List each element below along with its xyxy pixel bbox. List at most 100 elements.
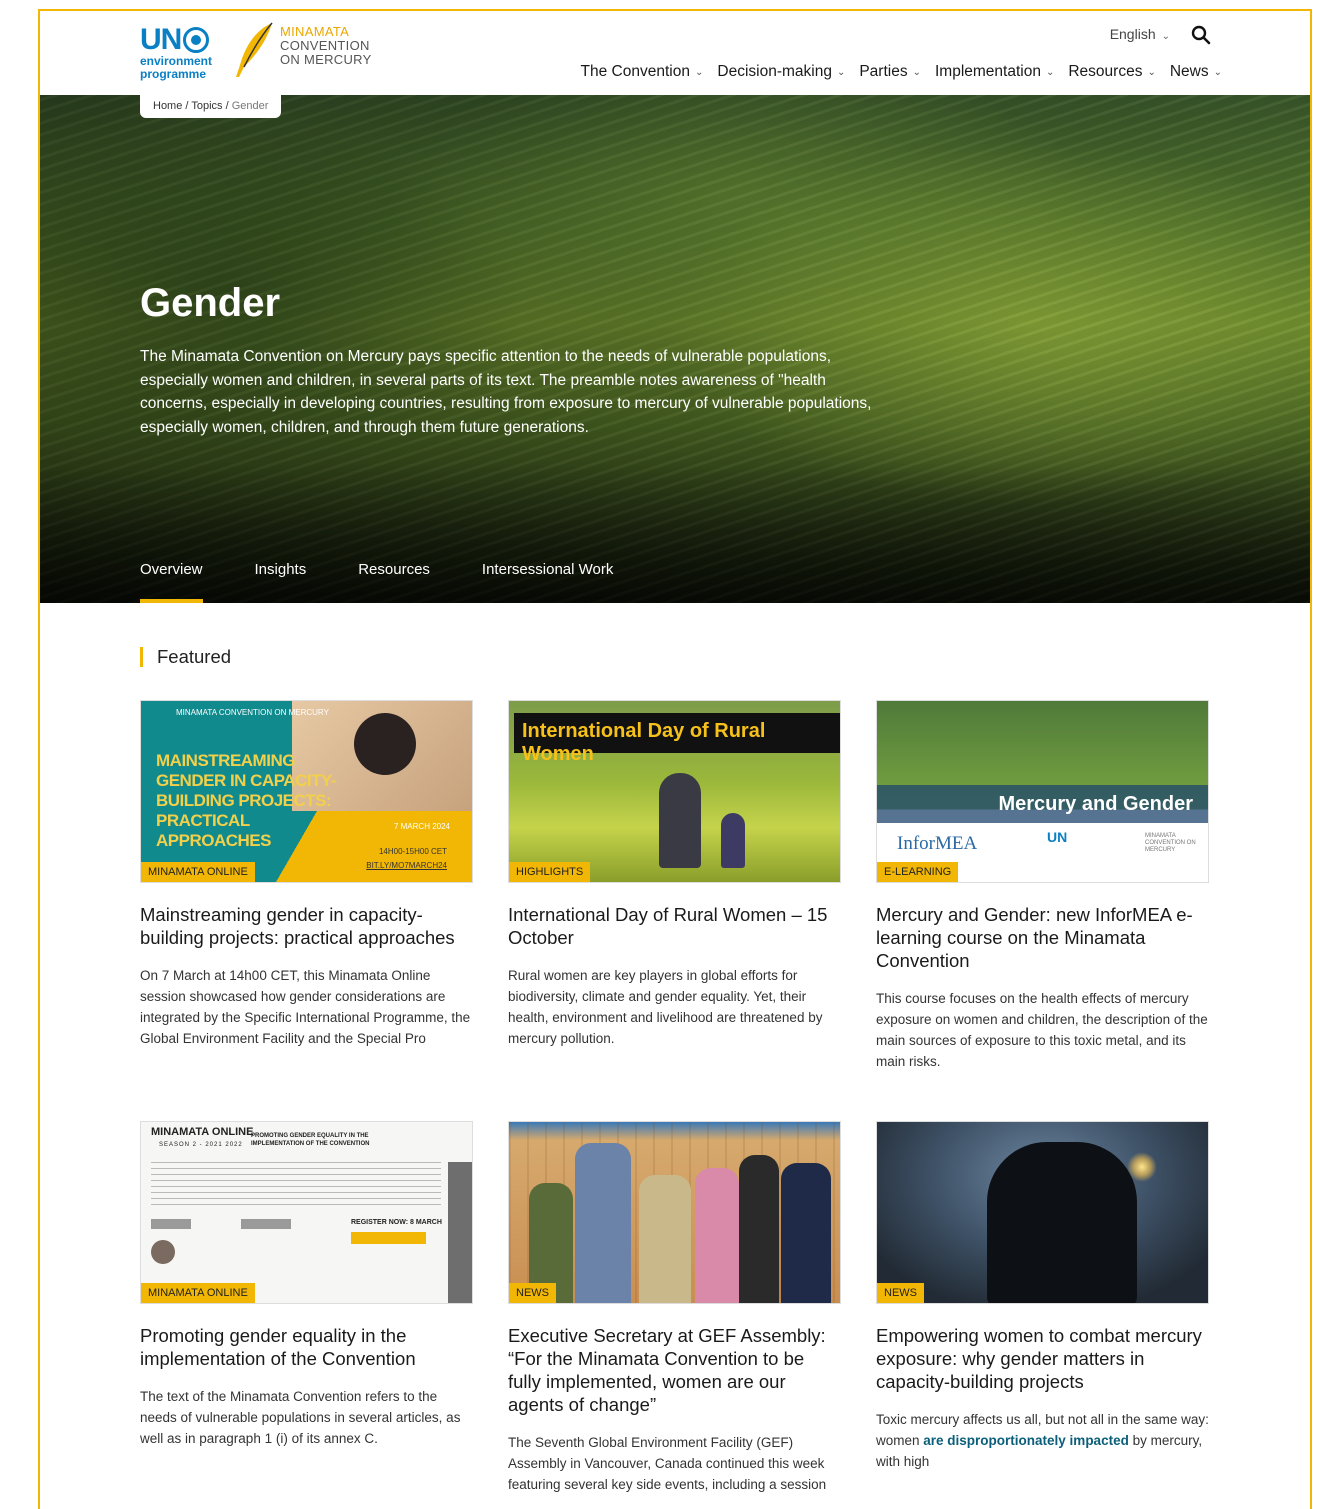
image-headline: MAINSTREAMING GENDER IN CAPACITY- BUILDI… xyxy=(156,751,337,851)
card-image[interactable]: International Day of Rural Women HIGHLIG… xyxy=(508,700,841,883)
image-band-text: Mercury and Gender xyxy=(998,793,1193,815)
card-rural-women-day[interactable]: International Day of Rural Women HIGHLIG… xyxy=(508,700,841,1049)
unep-logo[interactable]: UN environment programme xyxy=(140,25,220,85)
image-season: SEASON 2 - 2021 2022 xyxy=(159,1142,243,1148)
nav-label: News xyxy=(1169,63,1209,80)
category-tag[interactable]: HIGHLIGHTS xyxy=(509,862,591,882)
card-promoting-gender-equality[interactable]: MINAMATA ONLINE SEASON 2 - 2021 2022 PRO… xyxy=(140,1121,473,1449)
image-time-box xyxy=(351,1232,426,1244)
nav-item-resources[interactable]: Resources ⌄ xyxy=(1068,63,1155,81)
card-gef-assembly[interactable]: NEWS Executive Secretary at GEF Assembly… xyxy=(508,1121,841,1495)
image-person xyxy=(575,1143,631,1303)
card-title[interactable]: Mercury and Gender: new InforMEA e-learn… xyxy=(876,903,1209,972)
nav-item-news[interactable]: News ⌄ xyxy=(1170,63,1222,81)
mc-logo-line1: MINAMATA xyxy=(280,24,350,39)
card-mainstreaming-gender[interactable]: MINAMATA CONVENTION ON MERCURY MAINSTREA… xyxy=(140,700,473,1049)
page-frame: UN environment programme MINAMATA CONVEN… xyxy=(38,9,1312,1509)
minamata-logo[interactable]: MINAMATA CONVENTION ON MERCURY xyxy=(232,21,382,81)
breadcrumb-separator: / xyxy=(222,100,232,112)
nav-item-implementation[interactable]: Implementation ⌄ xyxy=(935,63,1054,81)
image-resources-label xyxy=(241,1219,291,1229)
image-child-figure xyxy=(721,813,745,868)
image-speakers-label xyxy=(151,1219,191,1229)
category-tag[interactable]: NEWS xyxy=(509,1283,556,1303)
image-register: REGISTER NOW: 8 MARCH xyxy=(351,1219,442,1226)
image-headline-line: BUILDING PROJECTS: xyxy=(156,791,332,810)
informea-logo: InforMEA xyxy=(897,833,978,854)
card-empowering-women[interactable]: NEWS Empowering women to combat mercury … xyxy=(876,1121,1209,1472)
un-globe-icon xyxy=(183,27,210,53)
category-tag[interactable]: E-LEARNING xyxy=(877,862,959,882)
hero-banner: Home / Topics / Gender Gender The Minama… xyxy=(40,95,1310,603)
image-light-glow xyxy=(1127,1152,1157,1182)
card-image[interactable]: NEWS xyxy=(508,1121,841,1304)
image-person xyxy=(739,1155,779,1303)
card-image[interactable]: MINAMATA CONVENTION ON MERCURY MAINSTREA… xyxy=(140,700,473,883)
card-description: The text of the Minamata Convention refe… xyxy=(140,1389,461,1446)
tab-overview[interactable]: Overview xyxy=(140,561,203,603)
image-person xyxy=(695,1168,739,1303)
card-title[interactable]: Promoting gender equality in the impleme… xyxy=(140,1324,473,1370)
nav-label: Implementation xyxy=(934,63,1041,80)
search-icon[interactable] xyxy=(1190,24,1212,46)
unep-logo-un: UN xyxy=(140,23,182,56)
card-description: Rural women are key players in global ef… xyxy=(508,968,823,1046)
breadcrumb-home[interactable]: Home xyxy=(153,100,182,112)
image-logo-text: MINAMATA CONVENTION ON MERCURY xyxy=(176,708,329,717)
card-description: The Seventh Global Environment Facility … xyxy=(508,1435,827,1492)
chevron-down-icon: ⌄ xyxy=(1213,66,1222,78)
chevron-down-icon: ⌄ xyxy=(836,66,846,78)
chevron-down-icon: ⌄ xyxy=(1045,66,1055,78)
un-logo: UN xyxy=(1047,829,1068,845)
image-silhouette xyxy=(987,1142,1137,1303)
site-header: UN environment programme MINAMATA CONVEN… xyxy=(40,11,1310,95)
image-woman-figure xyxy=(659,773,701,868)
category-tag[interactable]: NEWS xyxy=(877,1283,924,1303)
category-tag[interactable]: MINAMATA ONLINE xyxy=(141,862,255,882)
page-title: Gender xyxy=(140,281,281,325)
image-heading: MINAMATA ONLINE xyxy=(151,1126,254,1138)
card-mercury-and-gender[interactable]: Mercury and Gender InforMEA UN MINAMATA … xyxy=(876,700,1209,1072)
card-title[interactable]: Empowering women to combat mercury expos… xyxy=(876,1324,1209,1393)
card-description: On 7 March at 14h00 CET, this Minamata O… xyxy=(140,968,471,1046)
card-title[interactable]: Executive Secretary at GEF Assembly: “Fo… xyxy=(508,1324,841,1416)
image-headline-line: APPROACHES xyxy=(156,831,271,850)
mc-logo-line2: CONVENTION xyxy=(280,38,370,53)
category-tag[interactable]: MINAMATA ONLINE xyxy=(141,1283,255,1303)
nav-label: Resources xyxy=(1068,63,1143,80)
breadcrumb: Home / Topics / Gender xyxy=(140,95,282,118)
chevron-down-icon: ⌄ xyxy=(1161,31,1170,42)
breadcrumb-current: Gender xyxy=(231,100,269,112)
chevron-down-icon: ⌄ xyxy=(694,66,704,78)
image-person xyxy=(781,1163,831,1303)
nav-label: Parties xyxy=(859,63,908,80)
card-title[interactable]: Mainstreaming gender in capacity-buildin… xyxy=(140,903,473,949)
image-link: BIT.LY/MO7MARCH24 xyxy=(366,861,447,870)
image-title: PROMOTING GENDER EQUALITY IN THE IMPLEME… xyxy=(251,1133,370,1147)
image-speaker-avatar xyxy=(151,1240,175,1264)
card-image[interactable]: MINAMATA ONLINE SEASON 2 - 2021 2022 PRO… xyxy=(140,1121,473,1304)
chevron-down-icon: ⌄ xyxy=(1147,66,1156,78)
nav-label: Decision-making xyxy=(717,63,832,80)
mc-logo-line3: ON MERCURY xyxy=(280,52,372,67)
nav-item-parties[interactable]: Parties ⌄ xyxy=(859,63,921,81)
tab-resources[interactable]: Resources xyxy=(358,561,430,603)
tab-intersessional-work[interactable]: Intersessional Work xyxy=(482,561,613,603)
tab-insights[interactable]: Insights xyxy=(255,561,307,603)
card-image[interactable]: Mercury and Gender InforMEA UN MINAMATA … xyxy=(876,700,1209,883)
card-description: This course focuses on the health effect… xyxy=(876,991,1208,1069)
image-banner-text: International Day of Rural Women xyxy=(514,713,840,765)
image-headline-line: GENDER IN CAPACITY- xyxy=(156,771,337,790)
breadcrumb-topics[interactable]: Topics xyxy=(191,100,222,112)
breadcrumb-separator: / xyxy=(182,100,192,112)
main-nav: The Convention ⌄ Decision-making ⌄ Parties… xyxy=(567,63,1222,81)
card-title[interactable]: International Day of Rural Women – 15 Oc… xyxy=(508,903,841,949)
card-description-link[interactable]: are disproportionately impacted xyxy=(923,1433,1129,1448)
nav-item-decision-making[interactable]: Decision-making ⌄ xyxy=(717,63,845,81)
language-selector[interactable]: English ⌄ xyxy=(1110,26,1170,42)
language-label: English xyxy=(1109,26,1156,42)
nav-label: The Convention xyxy=(580,63,690,80)
nav-item-the-convention[interactable]: The Convention ⌄ xyxy=(581,63,704,81)
card-image[interactable]: NEWS xyxy=(876,1121,1209,1304)
mc-logo-small: MINAMATA CONVENTION ON MERCURY xyxy=(1145,833,1196,853)
